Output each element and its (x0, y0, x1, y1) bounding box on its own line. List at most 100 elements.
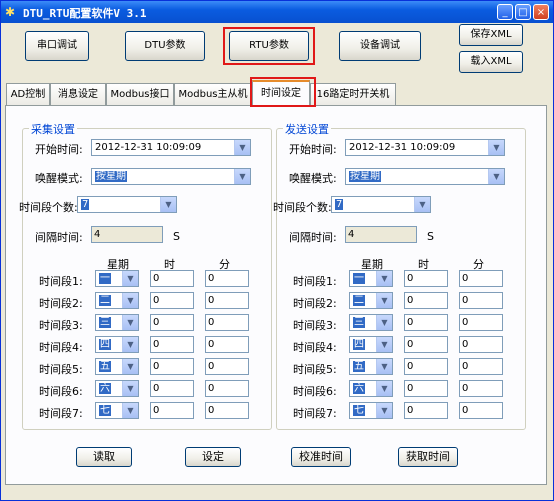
close-button[interactable]: × (533, 4, 549, 20)
minute-field[interactable]: 0 (205, 336, 249, 353)
minute-field[interactable]: 0 (459, 292, 503, 309)
minute-field[interactable]: 0 (459, 270, 503, 287)
segment-count-label: 时间段个数: (19, 201, 78, 214)
minute-field[interactable]: 0 (205, 380, 249, 397)
tab-16-way-timer[interactable]: 16路定时开关机 (310, 83, 396, 105)
weekday-combo[interactable]: 一 ▼ (95, 270, 139, 287)
set-button[interactable]: 设定 (185, 447, 241, 467)
minute-field[interactable]: 0 (205, 314, 249, 331)
weekday-combo[interactable]: 五 ▼ (95, 358, 139, 375)
minute-field[interactable]: 0 (205, 270, 249, 287)
segment-count-combo[interactable]: 7 ▼ (77, 196, 177, 213)
hour-field[interactable]: 0 (150, 314, 194, 331)
tab-modbus-master-slave[interactable]: Modbus主从机 (174, 83, 252, 105)
start-time-combo[interactable]: 2012-12-31 10:09:09 ▼ (91, 139, 251, 156)
rtu-params-button[interactable]: RTU参数 (229, 31, 309, 61)
weekday-combo[interactable]: 二 ▼ (349, 292, 393, 309)
hour-field[interactable]: 0 (404, 402, 448, 419)
minute-field[interactable]: 0 (459, 358, 503, 375)
weekday-combo[interactable]: 六 ▼ (95, 380, 139, 397)
app-gear-icon: ✱ (5, 5, 16, 19)
minute-field[interactable]: 0 (459, 336, 503, 353)
chevron-down-icon[interactable]: ▼ (488, 140, 504, 155)
weekday-combo-value: 六 (353, 383, 365, 394)
hour-field[interactable]: 0 (150, 358, 194, 375)
hour-field[interactable]: 0 (150, 402, 194, 419)
hour-field[interactable]: 0 (150, 380, 194, 397)
chevron-down-icon[interactable]: ▼ (122, 315, 138, 330)
weekday-combo[interactable]: 五 ▼ (349, 358, 393, 375)
wake-mode-label: 唤醒模式: (35, 172, 83, 185)
hour-field[interactable]: 0 (404, 380, 448, 397)
hour-field[interactable]: 0 (404, 314, 448, 331)
chevron-down-icon[interactable]: ▼ (234, 169, 250, 184)
device-debug-button[interactable]: 设备调试 (339, 31, 421, 61)
weekday-combo[interactable]: 六 ▼ (349, 380, 393, 397)
hour-field[interactable]: 0 (150, 292, 194, 309)
weekday-combo[interactable]: 一 ▼ (349, 270, 393, 287)
chevron-down-icon[interactable]: ▼ (376, 359, 392, 374)
serial-debug-button[interactable]: 串口调试 (25, 31, 89, 61)
weekday-combo[interactable]: 三 ▼ (95, 314, 139, 331)
title-bar[interactable]: ✱ DTU_RTU配置软件V 3.1 _ □ × (1, 1, 553, 23)
time-segment-label: 时间段1: (293, 275, 337, 288)
save-xml-button[interactable]: 保存XML (459, 24, 523, 46)
get-time-button[interactable]: 获取时间 (398, 447, 458, 467)
chevron-down-icon[interactable]: ▼ (122, 337, 138, 352)
sync-time-button[interactable]: 校准时间 (291, 447, 351, 467)
chevron-down-icon[interactable]: ▼ (122, 271, 138, 286)
dtu-params-button[interactable]: DTU参数 (125, 31, 205, 61)
hour-field[interactable]: 0 (150, 336, 194, 353)
chevron-down-icon[interactable]: ▼ (122, 293, 138, 308)
hour-field[interactable]: 0 (404, 292, 448, 309)
group-title: 发送设置 (283, 121, 331, 137)
hour-field[interactable]: 0 (404, 358, 448, 375)
chevron-down-icon[interactable]: ▼ (160, 197, 176, 212)
weekday-combo[interactable]: 四 ▼ (349, 336, 393, 353)
hour-field[interactable]: 0 (404, 336, 448, 353)
interval-unit: S (427, 230, 434, 243)
interval-field[interactable]: 4 (345, 226, 417, 243)
chevron-down-icon[interactable]: ▼ (376, 293, 392, 308)
tab-modbus-interface[interactable]: Modbus接口 (106, 83, 174, 105)
hour-field[interactable]: 0 (150, 270, 194, 287)
minimize-button[interactable]: _ (497, 4, 513, 20)
weekday-combo-value: 三 (353, 317, 365, 328)
minute-field[interactable]: 0 (205, 402, 249, 419)
minute-field[interactable]: 0 (205, 292, 249, 309)
wake-mode-combo[interactable]: 按星期 ▼ (91, 168, 251, 185)
wake-mode-combo[interactable]: 按星期 ▼ (345, 168, 505, 185)
chevron-down-icon[interactable]: ▼ (122, 381, 138, 396)
chevron-down-icon[interactable]: ▼ (376, 403, 392, 418)
weekday-combo[interactable]: 七 ▼ (95, 402, 139, 419)
weekday-combo[interactable]: 四 ▼ (95, 336, 139, 353)
chevron-down-icon[interactable]: ▼ (376, 381, 392, 396)
minute-field[interactable]: 0 (459, 380, 503, 397)
chevron-down-icon[interactable]: ▼ (414, 197, 430, 212)
tab-message[interactable]: 消息设定 (50, 83, 106, 105)
chevron-down-icon[interactable]: ▼ (122, 359, 138, 374)
load-xml-button[interactable]: 载入XML (459, 51, 523, 73)
read-button[interactable]: 读取 (76, 447, 132, 467)
start-time-combo[interactable]: 2012-12-31 10:09:09 ▼ (345, 139, 505, 156)
weekday-combo[interactable]: 二 ▼ (95, 292, 139, 309)
chevron-down-icon[interactable]: ▼ (376, 315, 392, 330)
weekday-combo[interactable]: 七 ▼ (349, 402, 393, 419)
weekday-combo[interactable]: 三 ▼ (349, 314, 393, 331)
interval-field[interactable]: 4 (91, 226, 163, 243)
weekday-combo-value: 二 (99, 295, 111, 306)
minute-field[interactable]: 0 (205, 358, 249, 375)
tab-ad-control[interactable]: AD控制 (6, 83, 50, 105)
time-segment-label: 时间段7: (39, 407, 83, 420)
chevron-down-icon[interactable]: ▼ (234, 140, 250, 155)
chevron-down-icon[interactable]: ▼ (376, 337, 392, 352)
maximize-button[interactable]: □ (515, 4, 531, 20)
time-segment-label: 时间段7: (293, 407, 337, 420)
chevron-down-icon[interactable]: ▼ (376, 271, 392, 286)
hour-field[interactable]: 0 (404, 270, 448, 287)
minute-field[interactable]: 0 (459, 314, 503, 331)
chevron-down-icon[interactable]: ▼ (122, 403, 138, 418)
chevron-down-icon[interactable]: ▼ (488, 169, 504, 184)
minute-field[interactable]: 0 (459, 402, 503, 419)
segment-count-combo[interactable]: 7 ▼ (331, 196, 431, 213)
